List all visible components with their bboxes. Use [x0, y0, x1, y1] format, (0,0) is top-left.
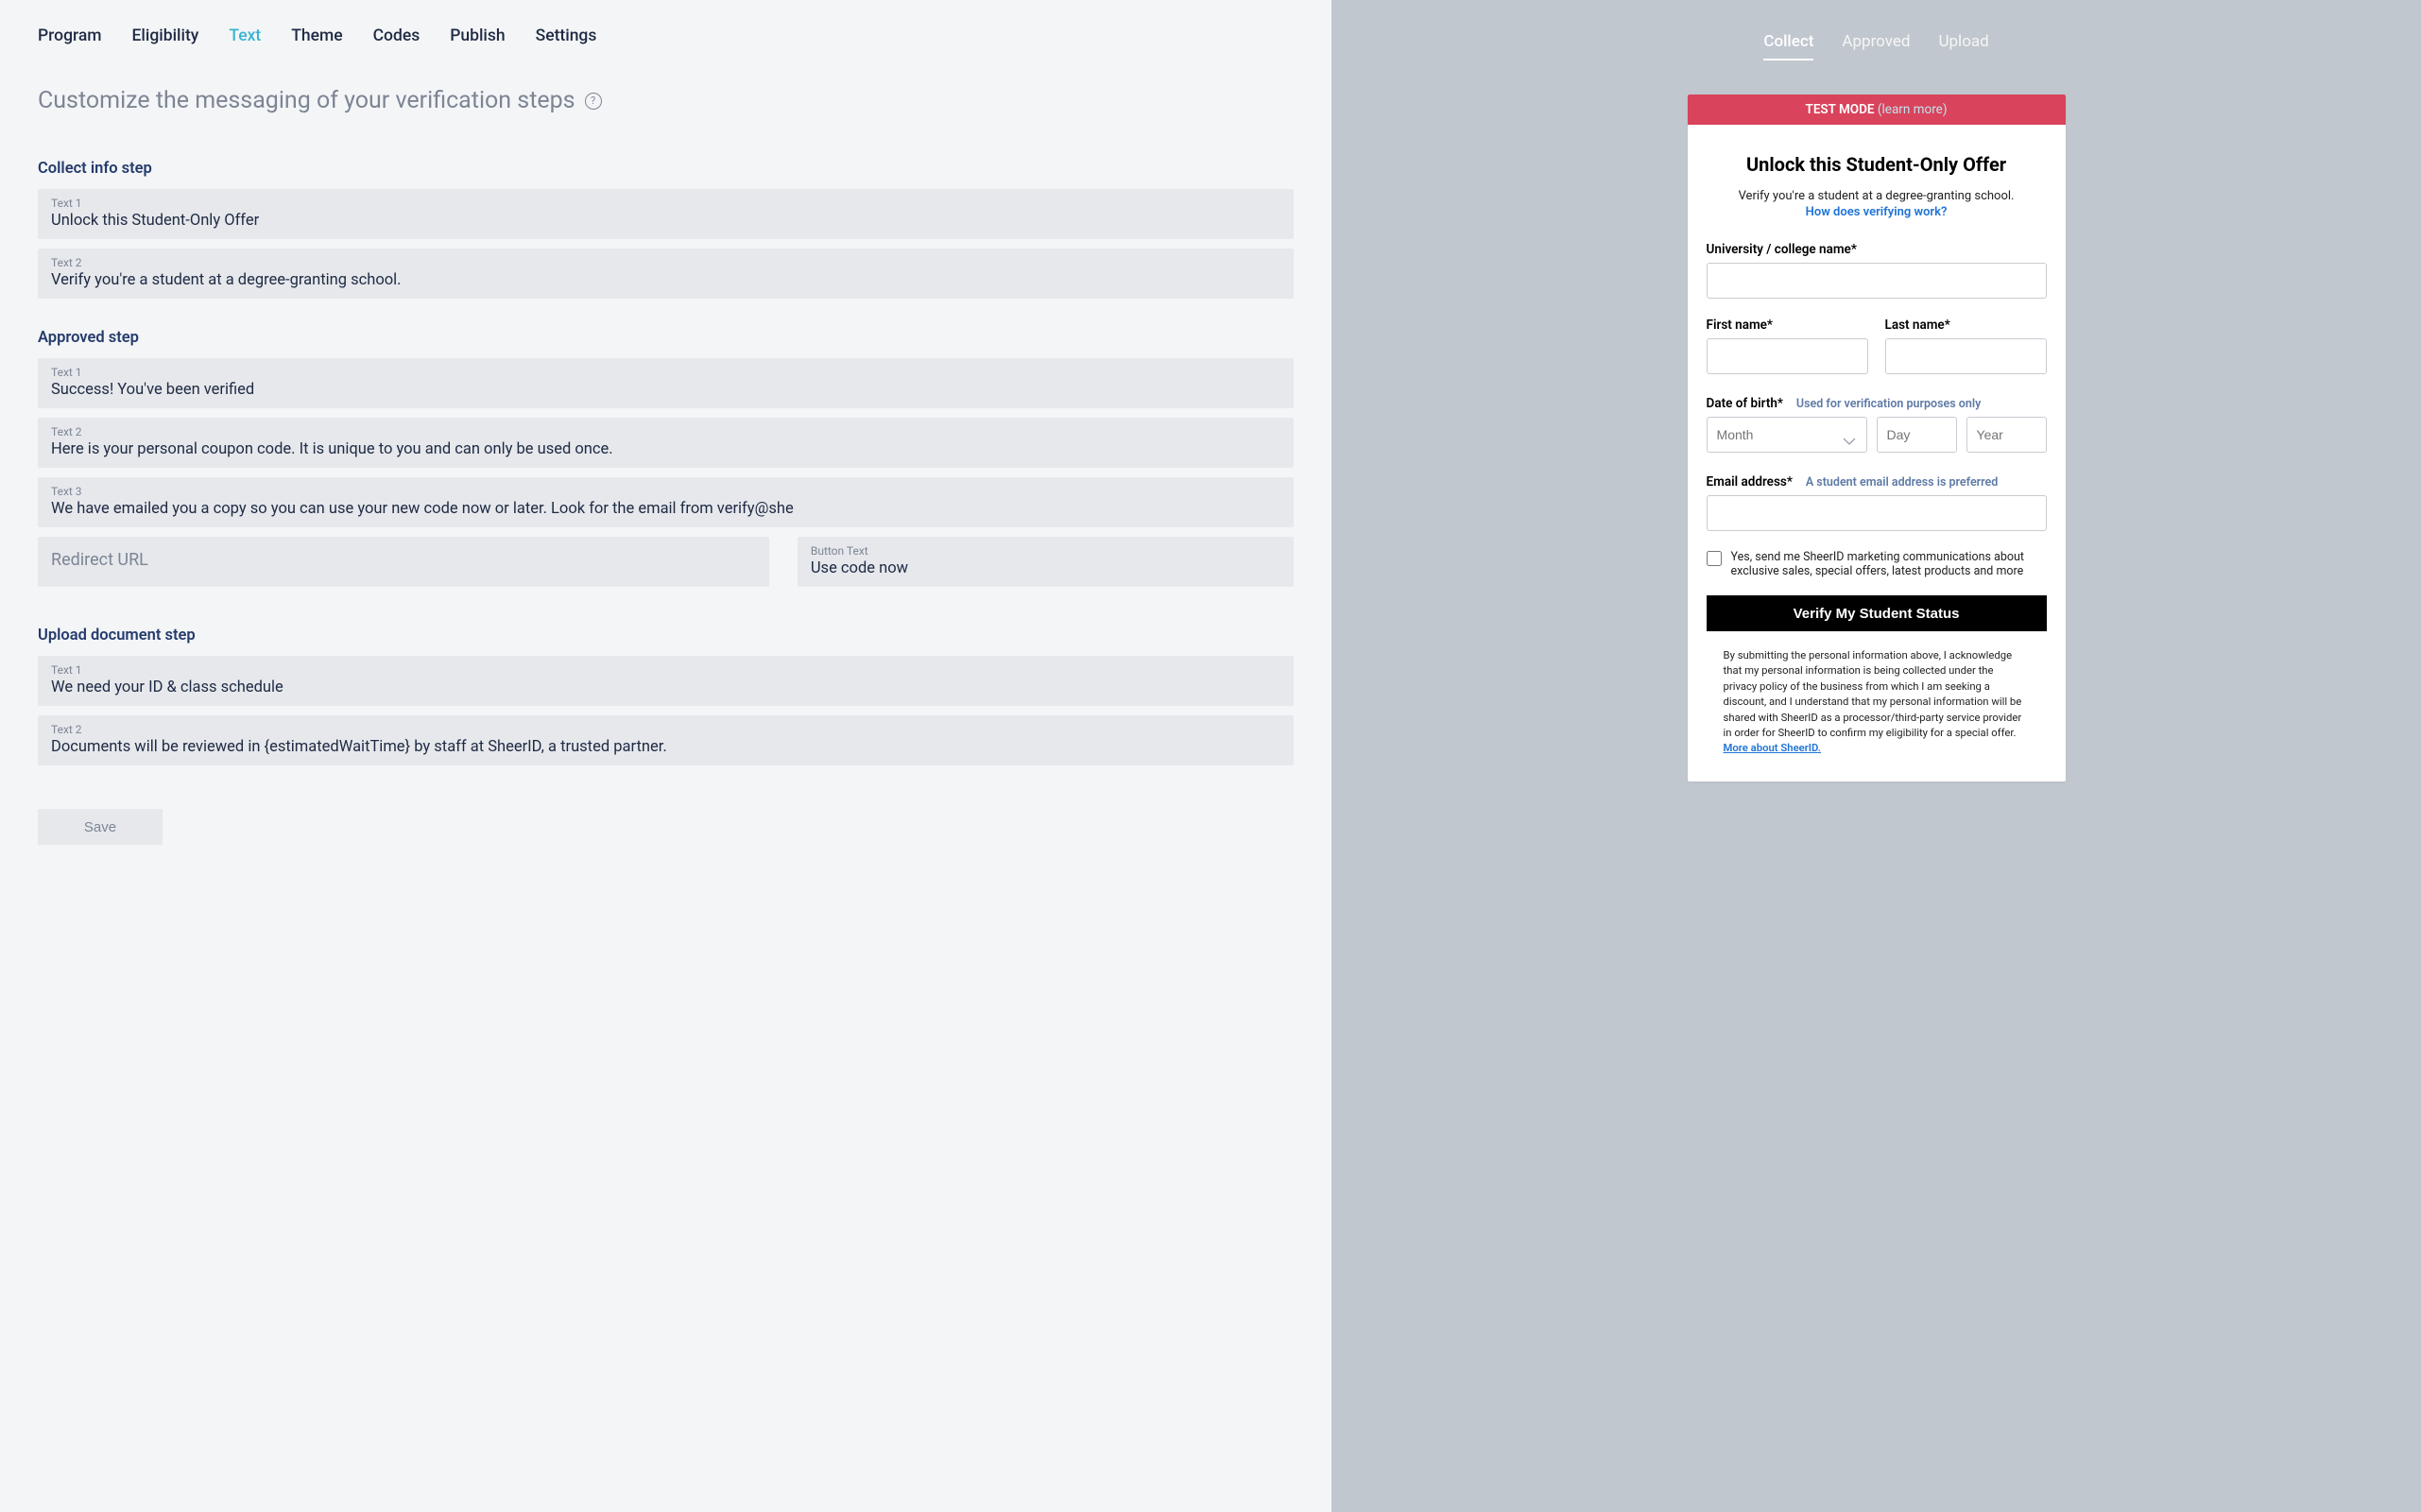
field-value: Verify you're a student at a degree-gran…: [51, 271, 1280, 289]
tab-codes[interactable]: Codes: [373, 26, 421, 45]
field-label: Text 2: [51, 425, 1280, 438]
collect-text1-field[interactable]: Text 1 Unlock this Student-Only Offer: [38, 189, 1294, 239]
learn-more-link[interactable]: (learn more): [1878, 102, 1948, 117]
field-value: Documents will be reviewed in {estimated…: [51, 738, 1280, 756]
field-value: Use code now: [811, 559, 1280, 577]
preview-card: TEST MODE (learn more) Unlock this Stude…: [1688, 94, 2066, 782]
disclaimer-text: By submitting the personal information a…: [1707, 648, 2047, 757]
preview-subtitle: Verify you're a student at a degree-gran…: [1707, 189, 2047, 203]
approved-text2-field[interactable]: Text 2 Here is your personal coupon code…: [38, 418, 1294, 468]
section-title-collect: Collect info step: [38, 160, 1294, 178]
approved-text3-field[interactable]: Text 3 We have emailed you a copy so you…: [38, 477, 1294, 527]
field-label: Text 2: [51, 723, 1280, 736]
preview-pane: Collect Approved Upload TEST MODE (learn…: [1331, 0, 2421, 1512]
main-tabs: Program Eligibility Text Theme Codes Pub…: [38, 26, 1294, 45]
how-verifying-works-link[interactable]: How does verifying work?: [1707, 205, 2047, 219]
dob-helper: Used for verification purposes only: [1796, 397, 1981, 411]
marketing-consent-text: Yes, send me SheerID marketing communica…: [1731, 550, 2047, 578]
test-mode-banner: TEST MODE (learn more): [1688, 94, 2066, 125]
save-button[interactable]: Save: [38, 809, 163, 845]
field-value: Here is your personal coupon code. It is…: [51, 440, 1280, 458]
approved-text1-field[interactable]: Text 1 Success! You've been verified: [38, 358, 1294, 408]
field-value: Success! You've been verified: [51, 381, 1280, 399]
tab-publish[interactable]: Publish: [450, 26, 505, 45]
first-name-input[interactable]: [1707, 338, 1868, 374]
email-label: Email address*: [1707, 474, 1793, 490]
field-label: Button Text: [811, 544, 1280, 558]
verify-button[interactable]: Verify My Student Status: [1707, 595, 2047, 631]
dob-month-select[interactable]: [1707, 417, 1867, 453]
dob-year-input[interactable]: [1966, 417, 2047, 453]
help-icon[interactable]: ?: [585, 93, 602, 110]
dob-day-input[interactable]: [1877, 417, 1957, 453]
field-label: Text 3: [51, 485, 1280, 498]
section-title-upload: Upload document step: [38, 627, 1294, 644]
dob-label: Date of birth*: [1707, 396, 1783, 411]
first-name-label: First name*: [1707, 318, 1868, 333]
upload-text1-field[interactable]: Text 1 We need your ID & class schedule: [38, 656, 1294, 706]
university-input[interactable]: [1707, 263, 2047, 299]
tab-theme[interactable]: Theme: [291, 26, 342, 45]
upload-text2-field[interactable]: Text 2 Documents will be reviewed in {es…: [38, 715, 1294, 765]
preview-tab-approved[interactable]: Approved: [1842, 32, 1910, 60]
field-value: Unlock this Student-Only Offer: [51, 212, 1280, 230]
last-name-input[interactable]: [1885, 338, 2047, 374]
marketing-consent[interactable]: Yes, send me SheerID marketing communica…: [1707, 550, 2047, 578]
collect-text2-field[interactable]: Text 2 Verify you're a student at a degr…: [38, 249, 1294, 299]
tab-text[interactable]: Text: [229, 26, 261, 45]
preview-tab-collect[interactable]: Collect: [1763, 32, 1813, 60]
page-title-text: Customize the messaging of your verifica…: [38, 87, 575, 114]
page-title: Customize the messaging of your verifica…: [38, 87, 1294, 114]
email-input[interactable]: [1707, 495, 2047, 531]
section-title-approved: Approved step: [38, 329, 1294, 347]
field-placeholder: Redirect URL: [51, 544, 756, 576]
last-name-label: Last name*: [1885, 318, 2047, 333]
field-label: Text 1: [51, 663, 1280, 677]
field-value: We need your ID & class schedule: [51, 679, 1280, 696]
disclaimer-body: By submitting the personal information a…: [1724, 649, 2022, 739]
tab-program[interactable]: Program: [38, 26, 102, 45]
tab-settings[interactable]: Settings: [536, 26, 597, 45]
dob-month-input[interactable]: [1707, 417, 1867, 453]
more-about-sheerid-link[interactable]: More about SheerID.: [1724, 742, 1821, 754]
editor-pane: Program Eligibility Text Theme Codes Pub…: [0, 0, 1331, 1512]
field-value: We have emailed you a copy so you can us…: [51, 500, 1280, 518]
preview-title: Unlock this Student-Only Offer: [1707, 153, 2047, 176]
field-label: Text 2: [51, 256, 1280, 269]
marketing-consent-checkbox[interactable]: [1707, 551, 1722, 566]
email-helper: A student email address is preferred: [1806, 475, 1998, 490]
university-label: University / college name*: [1707, 242, 2047, 257]
field-label: Text 1: [51, 366, 1280, 379]
redirect-url-field[interactable]: Redirect URL: [38, 537, 769, 587]
test-mode-label: TEST MODE: [1806, 102, 1875, 117]
field-label: Text 1: [51, 197, 1280, 210]
preview-tabs: Collect Approved Upload: [1763, 32, 1988, 60]
button-text-field[interactable]: Button Text Use code now: [798, 537, 1294, 587]
tab-eligibility[interactable]: Eligibility: [132, 26, 199, 45]
preview-tab-upload[interactable]: Upload: [1938, 32, 1988, 60]
